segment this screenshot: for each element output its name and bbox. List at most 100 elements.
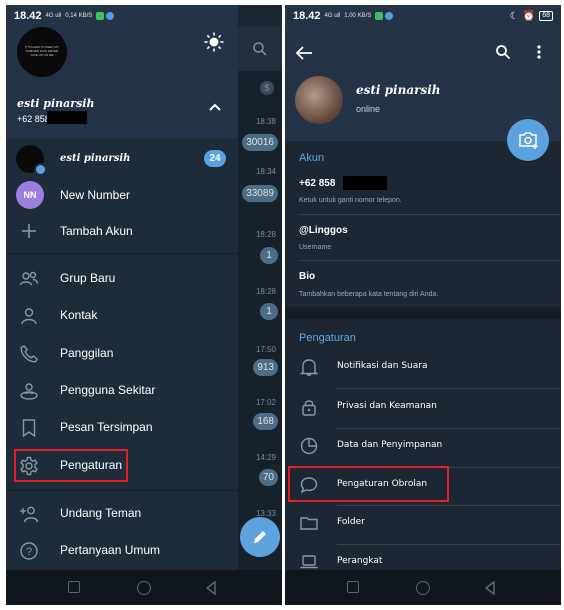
bio-hint: Tambahkan beberapa kata tentang diri And…: [299, 291, 439, 298]
username-label: Username: [299, 244, 332, 251]
profile-name: esti pinarsih: [356, 83, 441, 97]
chat-unread-count: 913: [253, 359, 278, 376]
bio-label: Bio: [299, 271, 316, 282]
settings-label: Data dan Penyimpanan: [337, 440, 443, 450]
menu-item-contacts[interactable]: Kontak: [6, 297, 238, 334]
phone-number: +62 858: [299, 178, 336, 189]
section-gap: [285, 307, 561, 319]
system-nav-bar: [285, 570, 561, 605]
highlight-box: [14, 449, 128, 482]
alarm-icon: ⏰: [522, 10, 536, 22]
menu-label: Pertanyaan Umum: [60, 543, 161, 557]
status-bar: 18.42 4G ull 1,00 KB/S ☾ ⏰ 68: [285, 5, 561, 27]
chat-time: 18:28: [255, 287, 276, 296]
chat-unread-count: 70: [258, 469, 278, 486]
settings-item-privacy[interactable]: Privasi dan Keamanan: [285, 388, 561, 426]
back-button[interactable]: [484, 581, 496, 595]
account-name: esti pinarsih: [60, 153, 131, 164]
network-speed: 1,00 KB/S: [344, 13, 372, 19]
group-icon: [19, 271, 39, 286]
settings-item-folder[interactable]: Folder: [285, 504, 561, 542]
menu-label: Pengguna Sekitar: [60, 383, 156, 397]
menu-item-faq[interactable]: ? Pertanyaan Umum: [6, 532, 238, 569]
menu-label: Panggilan: [60, 346, 114, 360]
navigation-drawer: 18.42 4G ull 0,14 KB/S IT'S HARD TO KEEP…: [6, 5, 238, 575]
home-button[interactable]: [416, 581, 430, 595]
camera-add-icon: [519, 132, 538, 149]
redacted-phone: [47, 111, 87, 124]
pencil-icon: [254, 531, 266, 543]
status-bar: 18.42 4G ull 0,14 KB/S: [6, 5, 238, 27]
compose-button[interactable]: [240, 517, 280, 557]
account-item-new-number[interactable]: NN New Number: [6, 176, 238, 213]
settings-item-notifications[interactable]: Notifikasi dan Suara: [285, 348, 561, 386]
bell-icon: [299, 359, 319, 376]
more-vertical-icon[interactable]: [537, 45, 541, 59]
chat-unread-count: 1: [260, 247, 278, 264]
add-account-label: Tambah Akun: [60, 223, 133, 238]
menu-item-saved-messages[interactable]: Pesan Tersimpan: [6, 409, 238, 446]
plus-icon: [22, 224, 36, 238]
home-button[interactable]: [137, 581, 151, 595]
back-arrow-icon[interactable]: [295, 46, 313, 60]
add-account-button[interactable]: Tambah Akun: [6, 212, 238, 249]
phone-icon: [20, 345, 38, 363]
menu-item-calls[interactable]: Panggilan: [6, 335, 238, 372]
profile-name: esti pinarsih: [17, 97, 95, 110]
right-screen: 18.42 4G ull 1,00 KB/S ☾ ⏰ 68 esti pinar…: [285, 5, 561, 605]
settings-item-data[interactable]: Data dan Penyimpanan: [285, 427, 561, 465]
chat-time: 17:02: [255, 398, 276, 407]
chat-time: 14:29: [255, 453, 276, 462]
recents-button[interactable]: [68, 581, 80, 593]
chat-unread-count: 168: [253, 413, 278, 430]
chat-time: 18:38: [255, 117, 276, 126]
set-photo-button[interactable]: [507, 119, 549, 161]
back-button[interactable]: [205, 581, 217, 595]
divider: [299, 214, 561, 215]
nearby-icon: [20, 383, 38, 400]
dollar-icon: $: [260, 81, 274, 95]
account-name: New Number: [60, 187, 131, 202]
section-title-account: Akun: [299, 152, 325, 164]
status-time: 18.42: [14, 10, 42, 22]
section-title-settings: Pengaturan: [299, 332, 356, 344]
divider: [6, 253, 238, 254]
chevron-up-icon[interactable]: [207, 99, 223, 115]
active-check-icon: [34, 163, 47, 176]
avatar-text: IT'S HARD TO KEEP MY FRIENDS WHO NEVER G…: [25, 45, 59, 57]
unread-badge: 24: [204, 150, 226, 167]
telegram-notification-icon: [385, 12, 394, 20]
menu-item-invite-friends[interactable]: Undang Teman: [6, 495, 238, 532]
menu-item-nearby[interactable]: Pengguna Sekitar: [6, 372, 238, 409]
settings-label: Perangkat: [337, 556, 383, 566]
divider: [299, 260, 561, 261]
username-value: @Linggos: [299, 225, 348, 236]
menu-label: Undang Teman: [60, 506, 142, 520]
search-icon[interactable]: [495, 44, 511, 60]
search-icon[interactable]: [252, 41, 268, 57]
drawer-header: 18.42 4G ull 0,14 KB/S IT'S HARD TO KEEP…: [6, 5, 238, 138]
network-speed: 0,14 KB/S: [65, 13, 93, 19]
signal-indicator: 4G ull: [45, 13, 62, 19]
menu-item-new-group[interactable]: Grup Baru: [6, 260, 238, 297]
settings-label: Notifikasi dan Suara: [337, 361, 428, 371]
profile-phone: +62 858: [17, 114, 50, 124]
status-time: 18.42: [293, 10, 321, 22]
settings-label: Folder: [337, 517, 365, 527]
chat-unread-count: 30016: [242, 134, 278, 151]
recents-button[interactable]: [347, 581, 359, 593]
account-item-esti[interactable]: esti pinarsih 24: [6, 140, 238, 177]
pie-icon: [300, 437, 318, 455]
system-nav-bar: [6, 570, 282, 605]
chat-unread-count: 33089: [242, 185, 278, 202]
menu-label: Grup Baru: [60, 271, 116, 285]
avatar[interactable]: [295, 76, 343, 124]
moon-icon: ☾: [509, 10, 519, 22]
menu-label: Pesan Tersimpan: [60, 420, 153, 434]
account-avatar: [16, 145, 47, 176]
day-night-toggle-icon[interactable]: [204, 32, 224, 52]
avatar[interactable]: IT'S HARD TO KEEP MY FRIENDS WHO NEVER G…: [17, 27, 67, 77]
account-initials: NN: [16, 181, 44, 209]
chat-time: 18:28: [255, 230, 276, 239]
laptop-icon: [300, 555, 318, 569]
